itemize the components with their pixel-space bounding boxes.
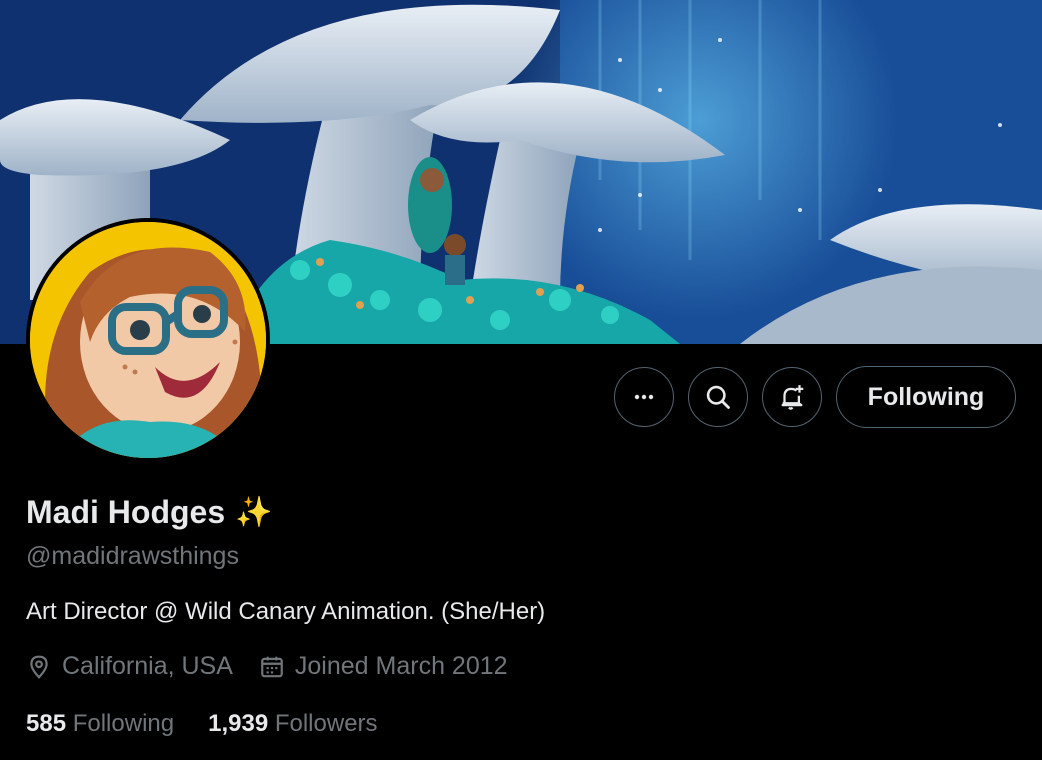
following-button[interactable]: Following bbox=[836, 366, 1016, 428]
profile-meta: California, USA Joined March 2012 bbox=[26, 652, 520, 681]
calendar-icon bbox=[261, 656, 283, 677]
sparkles-icon: ✨ bbox=[235, 496, 273, 529]
display-name-row: Madi Hodges ✨ bbox=[26, 494, 272, 531]
following-stat-link[interactable]: 585 Following bbox=[26, 710, 174, 738]
bell-plus-icon bbox=[781, 385, 804, 410]
user-handle: @madidrawsthings bbox=[26, 542, 239, 570]
location-item: California, USA bbox=[26, 652, 233, 681]
profile-bio: Art Director @ Wild Canary Animation. (S… bbox=[26, 598, 546, 625]
joined-item: Joined March 2012 bbox=[259, 652, 508, 681]
following-label: Following bbox=[72, 710, 175, 737]
more-options-button[interactable] bbox=[614, 367, 674, 427]
search-profile-button[interactable] bbox=[688, 367, 748, 427]
joined-text: Joined March 2012 bbox=[294, 652, 508, 680]
followers-count: 1,939 bbox=[208, 710, 269, 737]
follow-stats: 585 Following 1,939 Followers bbox=[26, 710, 378, 738]
display-name: Madi Hodges bbox=[26, 494, 226, 530]
search-icon bbox=[706, 385, 730, 409]
location-pin-icon bbox=[30, 655, 48, 679]
more-dots-icon bbox=[634, 394, 654, 400]
avatar-illustration bbox=[30, 222, 266, 458]
following-count: 585 bbox=[26, 710, 67, 737]
location-text: California, USA bbox=[62, 652, 233, 680]
followers-stat-link[interactable]: 1,939 Followers bbox=[208, 710, 377, 738]
notifications-button[interactable] bbox=[762, 367, 822, 427]
followers-label: Followers bbox=[274, 710, 378, 737]
profile-actions: Following bbox=[614, 366, 1016, 428]
profile-avatar[interactable] bbox=[26, 218, 270, 462]
